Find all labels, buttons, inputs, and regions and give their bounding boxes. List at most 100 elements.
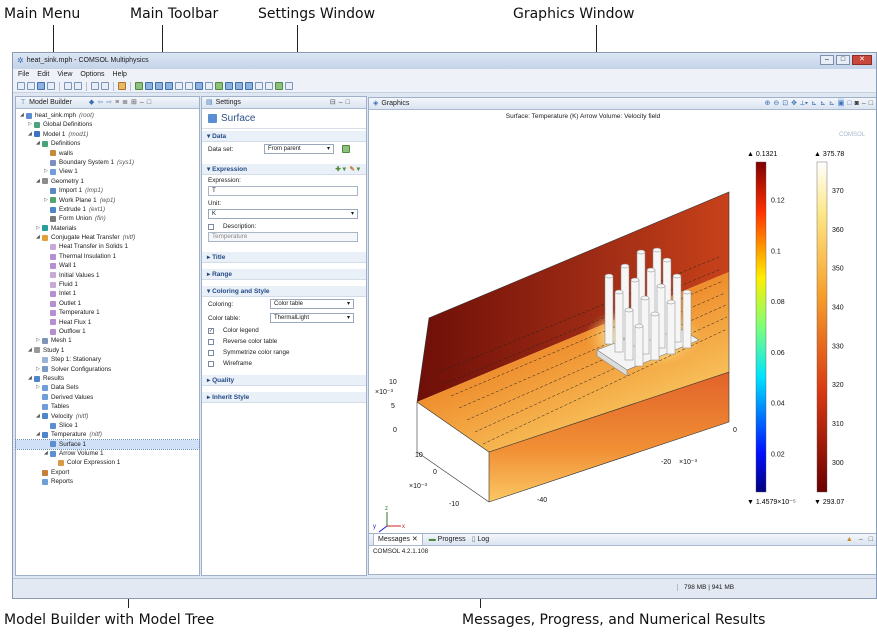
view-xy-icon[interactable]: ⊾ xyxy=(811,98,817,109)
symmetrize-checkbox[interactable] xyxy=(208,349,214,356)
nav-back-icon[interactable]: ◆ xyxy=(89,97,94,108)
collapse-icon[interactable]: ≣ xyxy=(122,97,128,108)
warning-icon[interactable]: ▲ xyxy=(846,534,853,545)
maximize-pane-icon[interactable]: □ xyxy=(869,534,876,545)
tree-node[interactable]: Thermal Insulation 1 xyxy=(16,252,199,261)
export-icon[interactable] xyxy=(255,82,263,90)
zoom-extents-icon[interactable]: ✥ xyxy=(791,98,797,109)
messages-tab[interactable]: Messages ✕ xyxy=(373,534,423,545)
menu-file[interactable]: File xyxy=(18,69,29,80)
tree-node[interactable]: ◢ heat_sink.mph (root) xyxy=(16,111,199,120)
goto-source-icon[interactable] xyxy=(342,145,350,153)
tree-node[interactable]: ◢ Velocity (nitf) xyxy=(16,412,199,421)
maximize-pane-icon[interactable]: □ xyxy=(147,97,151,108)
section-title[interactable]: ▸ Title xyxy=(202,252,366,263)
plot-icon[interactable] xyxy=(225,82,233,90)
redo-icon[interactable] xyxy=(74,82,82,90)
show-icon[interactable]: ⊞ xyxy=(131,97,137,108)
minimize-pane-icon[interactable]: – xyxy=(140,97,144,108)
wireframe-icon[interactable]: □ xyxy=(847,98,851,109)
tree-node[interactable]: Reports xyxy=(16,477,199,486)
tree-node[interactable]: Derived Values xyxy=(16,393,199,402)
tree-node[interactable]: ▷ Data Sets xyxy=(16,383,199,392)
tree-node[interactable]: ◢ Geometry 1 xyxy=(16,177,199,186)
minimize-button[interactable]: – xyxy=(820,55,834,65)
line-icon[interactable] xyxy=(155,82,163,90)
minimize-pane-icon[interactable]: – xyxy=(859,534,863,545)
tree-node[interactable]: ◢ Arrow Volume 1 xyxy=(16,449,199,458)
tree-node[interactable]: ◢ Model 1 (mod1) xyxy=(16,130,199,139)
tree-node[interactable]: ◢ Definitions xyxy=(16,139,199,148)
tree-node[interactable]: Heat Flux 1 xyxy=(16,318,199,327)
tree-node[interactable]: Import 1 (imp1) xyxy=(16,186,199,195)
tree-node[interactable]: ▷ View 1 xyxy=(16,167,199,176)
section-range[interactable]: ▸ Range xyxy=(202,269,366,280)
tree-node[interactable]: Extrude 1 (ext1) xyxy=(16,205,199,214)
close-button[interactable]: ✕ xyxy=(852,55,872,65)
tree-node[interactable]: Fluid 1 xyxy=(16,280,199,289)
graphics-tab[interactable]: Graphics xyxy=(381,98,409,109)
minimize-pane-icon[interactable]: – xyxy=(862,98,866,109)
mesh-icon[interactable] xyxy=(185,82,193,90)
tree-node[interactable]: walls xyxy=(16,149,199,158)
description-row[interactable]: Description: xyxy=(202,221,366,232)
tree-node[interactable]: Slice 1 xyxy=(16,421,199,430)
tree-node[interactable]: Export xyxy=(16,468,199,477)
menu-options[interactable]: Options xyxy=(80,69,104,80)
wireframe-checkbox[interactable] xyxy=(208,360,214,367)
tree-node[interactable]: Surface 1 xyxy=(15,438,200,451)
tree-node[interactable]: ▷ Global Definitions xyxy=(16,120,199,129)
reverse-color-checkbox[interactable] xyxy=(208,338,214,345)
tree-node[interactable]: Temperature 1 xyxy=(16,308,199,317)
tree-node[interactable]: Wall 1 xyxy=(16,261,199,270)
symmetrize-row[interactable]: Symmetrize color range xyxy=(202,347,366,358)
tree-node[interactable]: Initial Values 1 xyxy=(16,271,199,280)
zoom-box-icon[interactable]: ⊡ xyxy=(782,98,788,109)
maximize-pane-icon[interactable]: □ xyxy=(346,97,350,108)
maximize-button[interactable]: □ xyxy=(836,55,850,65)
table-icon[interactable] xyxy=(245,82,253,90)
view-yz-icon[interactable]: ⊾ xyxy=(820,98,826,109)
select-icon[interactable] xyxy=(145,82,153,90)
physics-icon[interactable] xyxy=(175,82,183,90)
tree-node[interactable]: ◢ Study 1 xyxy=(16,346,199,355)
copy-icon[interactable] xyxy=(91,82,99,90)
progress-tab[interactable]: ▬ Progress xyxy=(429,534,466,545)
description-input[interactable]: Temperature xyxy=(208,232,358,242)
tree-node[interactable]: Color Expression 1 xyxy=(16,458,199,467)
data-set-select[interactable]: From parent ▾ xyxy=(264,144,334,154)
arrow-icon[interactable] xyxy=(165,82,173,90)
settings-menu-icon[interactable]: ⊟ xyxy=(330,97,336,108)
section-quality[interactable]: ▸ Quality xyxy=(202,375,366,386)
description-checkbox[interactable] xyxy=(208,223,214,230)
zoom-out-icon[interactable]: ⊖ xyxy=(773,98,779,109)
color-legend-checkbox[interactable]: ✓ xyxy=(208,327,214,334)
tree-node[interactable]: Outflow 1 xyxy=(16,327,199,336)
minimize-pane-icon[interactable]: – xyxy=(339,97,343,108)
view-zx-icon[interactable]: ⊾ xyxy=(829,98,835,109)
tree-node[interactable]: Inlet 1 xyxy=(16,289,199,298)
nav-next-icon[interactable]: ⇨ xyxy=(106,97,112,108)
tree-node[interactable]: ▷ Materials xyxy=(16,224,199,233)
tree-node[interactable]: Form Union (fin) xyxy=(16,214,199,223)
tree-node[interactable]: Tables xyxy=(16,402,199,411)
tree-node[interactable]: ▷ Solver Configurations xyxy=(16,365,199,374)
log-tab[interactable]: ▯ Log xyxy=(472,534,490,545)
zoom-in-icon[interactable]: ⊕ xyxy=(765,98,771,109)
expression-input[interactable]: T xyxy=(208,186,358,196)
report-icon[interactable] xyxy=(265,82,273,90)
tree-node[interactable]: ▷ Work Plane 1 (wp1) xyxy=(16,196,199,205)
wireframe-row[interactable]: Wireframe xyxy=(202,358,366,369)
color-table-select[interactable]: ThermalLight ▾ xyxy=(270,313,354,323)
tree-node[interactable]: ◢ Conjugate Heat Transfer (nitf) xyxy=(16,233,199,242)
new-icon[interactable] xyxy=(17,82,25,90)
results-icon[interactable] xyxy=(235,82,243,90)
tree-node[interactable]: Outlet 1 xyxy=(16,299,199,308)
unit-select[interactable]: K ▾ xyxy=(208,209,358,219)
menu-edit[interactable]: Edit xyxy=(37,69,49,80)
maximize-pane-icon[interactable]: □ xyxy=(869,98,873,109)
coloring-select[interactable]: Color table ▾ xyxy=(270,299,354,309)
section-expression[interactable]: ▾ Expression ✚ ▾ ✎ ▾ xyxy=(202,164,366,175)
transparency-icon[interactable]: ▣ xyxy=(837,98,845,109)
open-icon[interactable] xyxy=(27,82,35,90)
